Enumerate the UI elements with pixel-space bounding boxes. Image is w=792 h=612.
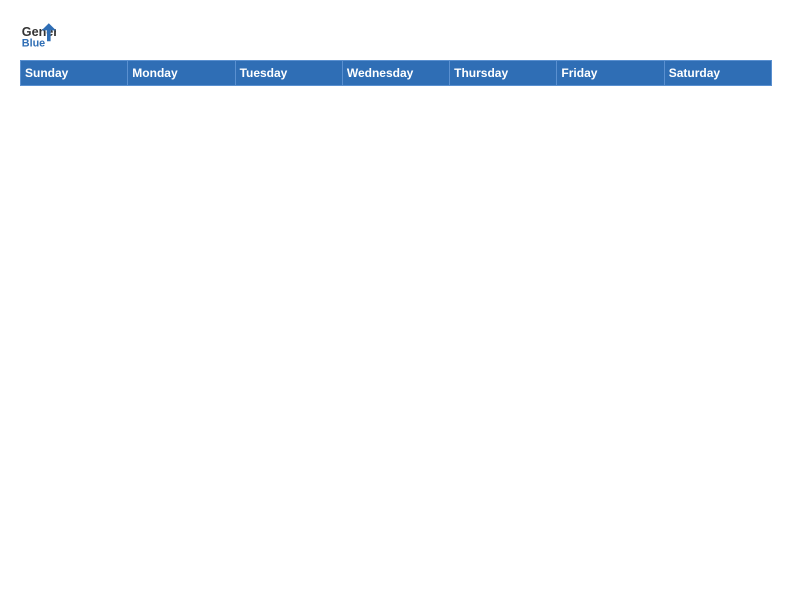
day-header-saturday: Saturday: [664, 61, 771, 86]
day-header-wednesday: Wednesday: [342, 61, 449, 86]
page: General Blue SundayMondayTuesdayWednesda…: [0, 0, 792, 612]
calendar-table: SundayMondayTuesdayWednesdayThursdayFrid…: [20, 60, 772, 602]
day-header-monday: Monday: [128, 61, 235, 86]
logo-icon: General Blue: [20, 16, 56, 52]
day-header-sunday: Sunday: [21, 61, 128, 86]
svg-text:Blue: Blue: [22, 38, 45, 50]
header: General Blue: [20, 16, 772, 52]
day-header-friday: Friday: [557, 61, 664, 86]
logo: General Blue: [20, 16, 56, 52]
calendar-header-row: SundayMondayTuesdayWednesdayThursdayFrid…: [21, 61, 772, 86]
day-header-tuesday: Tuesday: [235, 61, 342, 86]
day-header-thursday: Thursday: [450, 61, 557, 86]
